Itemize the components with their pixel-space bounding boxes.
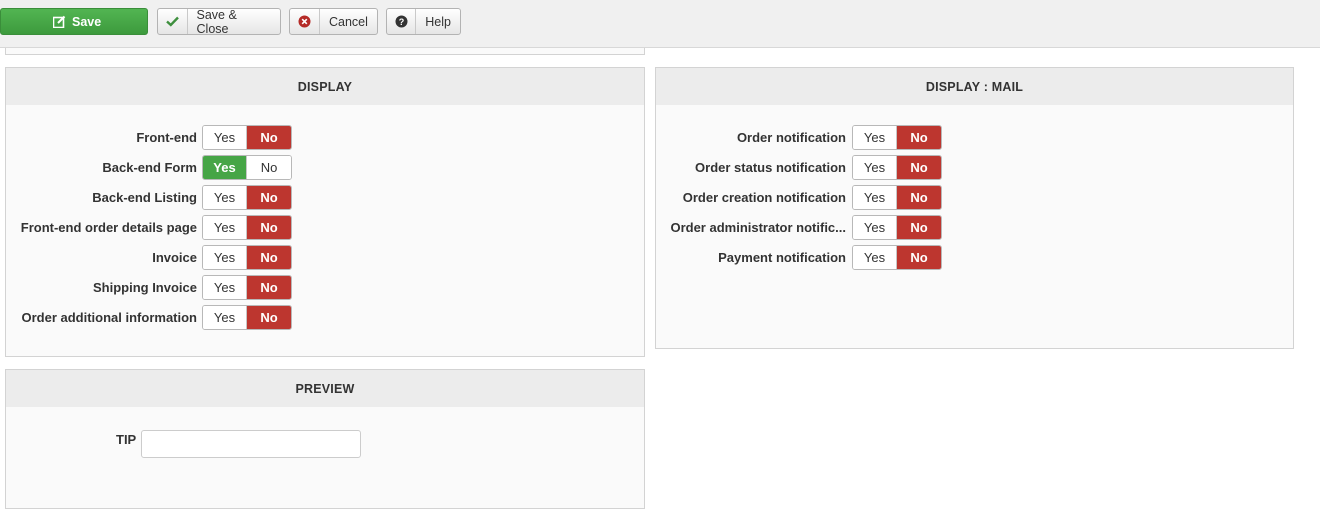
save-button[interactable]: Save — [0, 8, 148, 35]
backend-form-toggle[interactable]: Yes No — [202, 155, 292, 180]
display-panel-title: DISPLAY — [6, 68, 644, 105]
no-option[interactable]: No — [247, 156, 291, 179]
row-label: Payment notification — [718, 250, 846, 265]
help-label: Help — [425, 14, 451, 29]
display-row-frontend: Front-end Yes No — [6, 125, 292, 150]
yes-option[interactable]: Yes — [853, 126, 897, 149]
cancel-button[interactable]: Cancel — [289, 8, 378, 35]
frontend-toggle[interactable]: Yes No — [202, 125, 292, 150]
no-option[interactable]: No — [247, 126, 291, 149]
frontend-order-details-toggle[interactable]: Yes No — [202, 215, 292, 240]
display-row-backend-listing: Back-end Listing Yes No — [6, 185, 292, 210]
yes-option[interactable]: Yes — [203, 216, 247, 239]
mail-row-order-creation-notification: Order creation notification Yes No — [656, 185, 942, 210]
invoice-toggle[interactable]: Yes No — [202, 245, 292, 270]
yes-option[interactable]: Yes — [853, 156, 897, 179]
no-option[interactable]: No — [247, 276, 291, 299]
yes-option[interactable]: Yes — [853, 216, 897, 239]
yes-option[interactable]: Yes — [203, 246, 247, 269]
save-close-label: Save & Close — [196, 7, 237, 36]
display-row-order-additional-info: Order additional information Yes No — [6, 305, 292, 330]
order-admin-notification-toggle[interactable]: Yes No — [852, 215, 942, 240]
no-option[interactable]: No — [897, 126, 941, 149]
row-label: Order additional information — [21, 310, 197, 325]
row-label: Invoice — [152, 250, 197, 265]
row-label: Front-end — [136, 130, 197, 145]
tip-label: TIP — [116, 432, 137, 447]
mail-row-order-notification: Order notification Yes No — [656, 125, 942, 150]
display-row-shipping-invoice: Shipping Invoice Yes No — [6, 275, 292, 300]
no-option[interactable]: No — [247, 246, 291, 269]
row-label: Order notification — [736, 130, 846, 145]
no-option[interactable]: No — [247, 186, 291, 209]
yes-option[interactable]: Yes — [203, 186, 247, 209]
display-row-backend-form: Back-end Form Yes No — [6, 155, 292, 180]
cancel-icon — [290, 9, 320, 34]
row-label: Order creation notification — [682, 190, 846, 205]
payment-notification-toggle[interactable]: Yes No — [852, 245, 942, 270]
display-panel: DISPLAY Front-end Yes No Back-end Form Y… — [5, 67, 645, 357]
preview-panel-title: PREVIEW — [6, 370, 644, 407]
edit-icon — [53, 15, 66, 28]
row-label: Shipping Invoice — [92, 280, 197, 295]
no-option[interactable]: No — [897, 186, 941, 209]
save-label: Save — [72, 14, 102, 29]
display-mail-panel: DISPLAY : MAIL Order notification Yes No… — [655, 67, 1294, 349]
no-option[interactable]: No — [897, 246, 941, 269]
display-mail-panel-title: DISPLAY : MAIL — [656, 68, 1293, 105]
yes-option[interactable]: Yes — [203, 156, 247, 179]
mail-row-payment-notification: Payment notification Yes No — [656, 245, 942, 270]
previous-panel-bottom — [5, 48, 645, 55]
tip-input[interactable] — [141, 430, 361, 458]
order-status-notification-toggle[interactable]: Yes No — [852, 155, 942, 180]
order-additional-info-toggle[interactable]: Yes No — [202, 305, 292, 330]
row-label: Front-end order details page — [20, 220, 197, 235]
toolbar: Save Save & Close Cancel ? Help — [0, 0, 1320, 48]
help-button[interactable]: ? Help — [386, 8, 461, 35]
preview-panel: PREVIEW TIP — [5, 369, 645, 509]
row-label: Back-end Form — [102, 160, 197, 175]
order-notification-toggle[interactable]: Yes No — [852, 125, 942, 150]
backend-listing-toggle[interactable]: Yes No — [202, 185, 292, 210]
mail-row-order-admin-notification: Order administrator notific... Yes No — [656, 215, 942, 240]
svg-text:?: ? — [398, 17, 404, 27]
order-creation-notification-toggle[interactable]: Yes No — [852, 185, 942, 210]
yes-option[interactable]: Yes — [203, 126, 247, 149]
yes-option[interactable]: Yes — [853, 246, 897, 269]
row-label: Order administrator notific... — [670, 220, 846, 235]
row-label: Order status notification — [695, 160, 846, 175]
display-row-invoice: Invoice Yes No — [6, 245, 292, 270]
yes-option[interactable]: Yes — [853, 186, 897, 209]
display-row-frontend-order-details: Front-end order details page Yes No — [6, 215, 292, 240]
cancel-label: Cancel — [329, 14, 368, 29]
check-icon — [158, 9, 188, 34]
row-label: Back-end Listing — [92, 190, 197, 205]
mail-row-order-status-notification: Order status notification Yes No — [656, 155, 942, 180]
no-option[interactable]: No — [247, 216, 291, 239]
save-close-button[interactable]: Save & Close — [157, 7, 281, 36]
no-option[interactable]: No — [247, 306, 291, 329]
no-option[interactable]: No — [897, 216, 941, 239]
yes-option[interactable]: Yes — [203, 276, 247, 299]
yes-option[interactable]: Yes — [203, 306, 247, 329]
question-icon: ? — [387, 9, 417, 34]
no-option[interactable]: No — [897, 156, 941, 179]
shipping-invoice-toggle[interactable]: Yes No — [202, 275, 292, 300]
